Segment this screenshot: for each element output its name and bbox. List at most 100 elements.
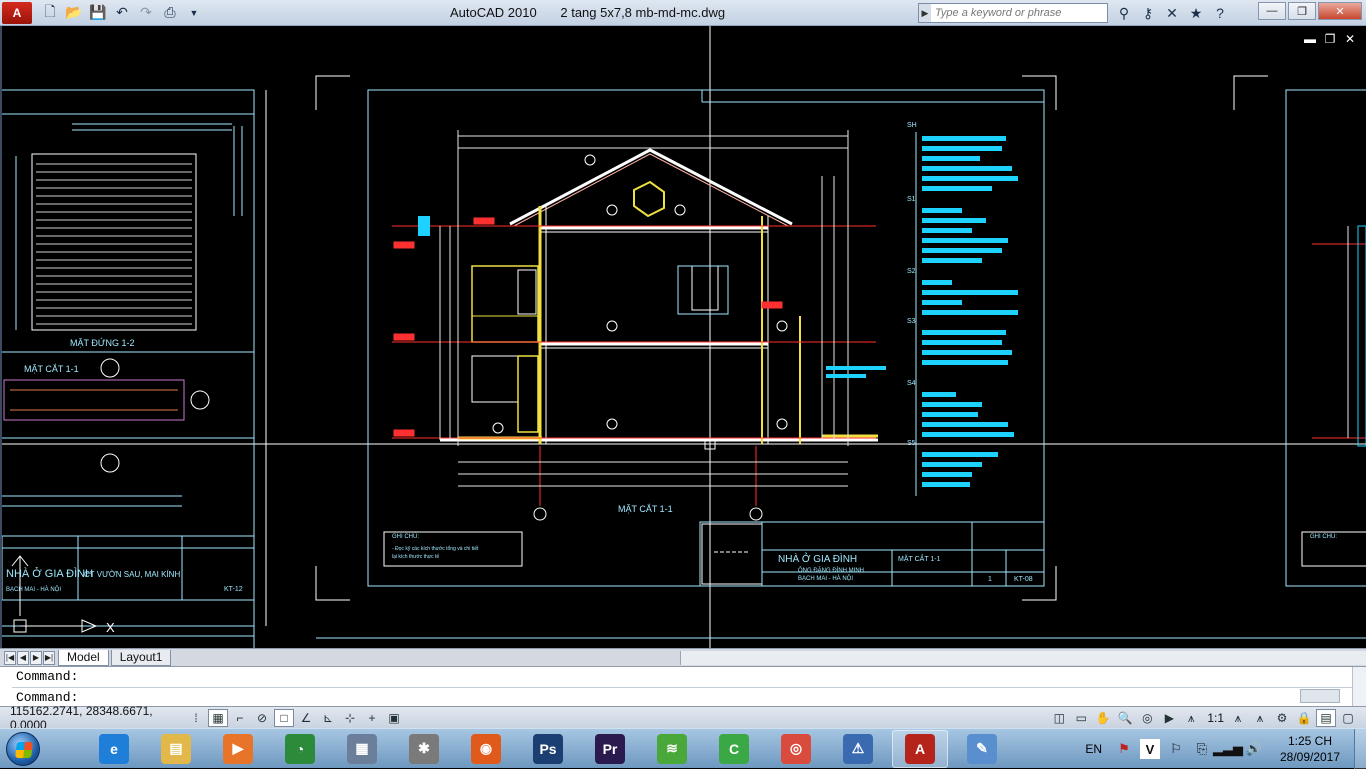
taskbar-internet-explorer-button[interactable]: e [86,730,142,768]
tab-layout1[interactable]: Layout1 [110,649,172,666]
communication-icon[interactable]: ✕ [1160,3,1184,23]
command-scroll-thumb[interactable] [1300,689,1340,703]
maximize-button[interactable]: ❐ [1288,2,1316,20]
layer-label-s3: S3 [907,318,916,325]
showmotion-icon[interactable]: ▶ [1159,709,1179,727]
workspace-switch-icon[interactable]: ⚙ [1272,709,1292,727]
left-project-title: NHÀ Ở GIA ĐÌNH [6,568,94,580]
network-flag-icon[interactable]: ⚐ [1166,739,1186,759]
tab-model[interactable]: Model [58,649,109,666]
taskbar-calculator-button[interactable]: ▦ [334,730,390,768]
volume-icon[interactable]: 🔊 [1244,739,1264,759]
taskbar-premiere-button[interactable]: Pr [582,730,638,768]
favorites-star-icon[interactable]: ★ [1184,3,1208,23]
firefox-icon: ◉ [471,733,501,764]
undo-icon[interactable]: ↶ [111,3,133,23]
lock-icon[interactable]: 🔒 [1294,709,1314,727]
last-tab-icon[interactable]: ▶| [43,650,55,665]
infocenter-search[interactable]: ▶ Type a keyword or phrase [918,3,1108,23]
window-controls: — ❐ ✕ [1256,2,1362,20]
left-elevation-title: MẶT ĐỨNG 1-2 [70,338,135,348]
layer-label-sh: SH [907,122,917,129]
command-separator [12,687,1352,688]
calculator-icon: ▦ [347,733,377,764]
right-notes-title: GHI CHÚ: [1310,534,1337,540]
taskbar-media-player-button[interactable]: ▶ [210,730,266,768]
hardware-acceleration-icon[interactable]: ▤ [1316,709,1336,727]
prev-tab-icon[interactable]: ◀ [17,650,29,665]
open-file-icon[interactable]: 📂 [63,3,85,23]
object-snap-tracking-icon[interactable]: ∠ [296,709,316,727]
taskbar-coccoc-browser-button[interactable]: ◔ [272,730,328,768]
snap-mode-icon[interactable]: ⁞ [186,709,206,727]
taskbar-apps: e ▤ ▶ ◔ ▦ ✱ ◉ Ps Pr ≋ C ◎ ⚠ A ✎ [86,729,1016,768]
minimize-button[interactable]: — [1258,2,1286,20]
first-tab-icon[interactable]: |◀ [4,650,16,665]
search-input[interactable]: Type a keyword or phrase [931,7,1061,19]
binoculars-icon[interactable]: ⚲ [1112,3,1136,23]
main-sheet-code: KT-08 [1014,576,1033,583]
search-expand-icon[interactable]: ▶ [919,4,931,22]
redo-icon[interactable]: ↷ [135,3,157,23]
clean-screen-icon[interactable]: ▢ [1338,709,1358,727]
vietkey-icon[interactable]: V [1140,739,1160,759]
annotation-visibility-icon[interactable]: ⩚ [1228,709,1248,727]
taskbar-chrome-button[interactable]: ◎ [768,730,824,768]
language-indicator[interactable]: EN [1085,742,1102,756]
taskbar-warning-app-button[interactable]: ⚠ [830,730,886,768]
save-icon[interactable]: 💾 [87,3,109,23]
key-icon[interactable]: ⚷ [1136,3,1160,23]
main-sheet-title: MẶT CẮT 1-1 [898,556,941,563]
taskbar-camtasia-button[interactable]: C [706,730,762,768]
polar-tracking-icon[interactable]: ⊘ [252,709,272,727]
taskbar-settings-app-button[interactable]: ✱ [396,730,452,768]
layout-tab-bar: |◀ ◀ ▶ ▶| Model Layout1 [0,648,1366,666]
main-sheet-number: 1 [988,576,992,583]
unikey-icon[interactable]: ⚑ [1114,739,1134,759]
signal-icon[interactable]: ▂▃▅ [1213,739,1243,759]
next-tab-icon[interactable]: ▶ [30,650,42,665]
taskbar-autocad-button[interactable]: A [892,729,948,768]
taskbar-firefox-button[interactable]: ◉ [458,730,514,768]
photoshop-icon: Ps [533,733,563,764]
layout-space-icon[interactable]: ▭ [1071,709,1091,727]
taskbar-wifi-app-button[interactable]: ≋ [644,730,700,768]
ucs-icon[interactable]: ⊾ [318,709,338,727]
taskbar-file-explorer-button[interactable]: ▤ [148,730,204,768]
steering-wheel-icon[interactable]: ◎ [1137,709,1157,727]
taskbar-paint-button[interactable]: ✎ [954,730,1010,768]
horizontal-scrollbar[interactable] [680,651,1366,665]
new-file-icon[interactable]: 🗋 [39,3,61,23]
taskbar-photoshop-button[interactable]: Ps [520,730,576,768]
start-button[interactable] [0,729,46,769]
help-icon[interactable]: ? [1208,3,1232,23]
pan-icon[interactable]: ✋ [1093,709,1113,727]
svg-text:X: X [106,620,115,635]
lineweight-icon[interactable]: + [362,709,382,727]
annotation-scale-icon[interactable]: ⩚ [1181,709,1201,727]
close-button[interactable]: ✕ [1318,2,1362,20]
material-legend [418,136,1018,487]
notes-text-2: lại kích thước thực tế [392,554,440,560]
autocad-app-menu-button[interactable]: A [2,1,32,24]
cad-drawing-svg: X [2,26,1366,648]
quick-properties-icon[interactable]: ▣ [384,709,404,727]
zoom-icon[interactable]: 🔍 [1115,709,1135,727]
command-scrollbar[interactable] [1352,667,1366,707]
print-icon[interactable]: ⎙ [159,3,181,23]
usb-icon[interactable]: ⎘ [1192,739,1212,759]
ortho-mode-icon[interactable]: ⌐ [230,709,250,727]
auto-scale-icon[interactable]: ⩚ [1250,709,1270,727]
grid-display-icon[interactable]: ▦ [208,708,228,727]
left-section-title: MẶT CẮT 1-1 [24,364,79,374]
show-desktop-button[interactable] [1354,729,1366,769]
model-space-icon[interactable]: ◫ [1049,709,1069,727]
annotation-scale-value[interactable]: 1:1 [1207,711,1224,725]
toolbar-dropdown-icon[interactable]: ▼ [183,3,205,23]
clock[interactable]: 1:25 CH 28/09/2017 [1270,733,1350,765]
section-drawing [392,130,878,521]
main-client: ÔNG ĐẶNG ĐÌNH MINH [798,568,864,574]
dynamic-input-icon[interactable]: ⊹ [340,709,360,727]
object-snap-icon[interactable]: □ [274,708,294,727]
drawing-canvas[interactable]: ▬ ❐ ✕ X MẶT ĐỨNG 1-2 MẶT CẮT 1-1 NHÀ Ở G… [0,26,1366,648]
